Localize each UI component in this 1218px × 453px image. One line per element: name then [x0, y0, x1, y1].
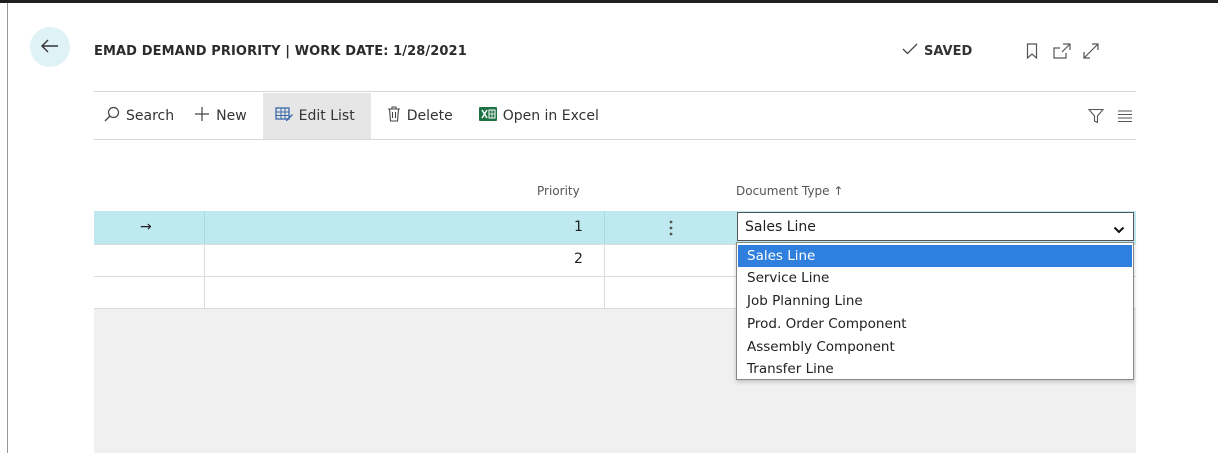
cell-divider — [604, 277, 605, 310]
cell-divider — [204, 277, 205, 310]
document-type-header-label: Document Type — [736, 184, 830, 198]
window-left-border — [7, 3, 8, 453]
header-separator — [94, 91, 1136, 92]
search-icon — [104, 106, 120, 126]
list-view-icon[interactable] — [1114, 105, 1136, 127]
new-label: New — [216, 108, 247, 124]
action-toolbar: Search New Edit List Delete Open in Exce… — [94, 93, 609, 139]
priority-cell[interactable]: 1 — [574, 219, 583, 235]
chevron-down-icon — [1113, 220, 1125, 239]
delete-label: Delete — [406, 108, 453, 124]
cell-divider — [604, 211, 605, 244]
row-indicator-arrow: → — [140, 219, 152, 235]
search-button[interactable]: Search — [94, 93, 184, 139]
window-top-border — [0, 0, 1218, 3]
sort-ascending-indicator: ↑ — [833, 184, 844, 198]
expand-icon[interactable] — [1080, 40, 1102, 62]
arrow-left-icon — [41, 38, 59, 57]
new-button[interactable]: New — [184, 93, 257, 139]
edit-list-label: Edit List — [298, 108, 355, 124]
plus-icon — [194, 106, 210, 126]
priority-cell[interactable]: 2 — [574, 251, 583, 267]
cell-divider — [204, 211, 205, 244]
document-type-select[interactable]: Sales Line — [737, 212, 1134, 241]
cell-divider — [604, 245, 605, 278]
excel-icon — [478, 106, 497, 126]
bookmark-icon[interactable] — [1021, 40, 1043, 62]
option-assembly-component[interactable]: Assembly Component — [738, 336, 1132, 358]
column-header-priority[interactable]: Priority — [537, 184, 580, 198]
page-title: EMAD DEMAND PRIORITY | WORK DATE: 1/28/2… — [94, 44, 467, 59]
open-in-excel-button[interactable]: Open in Excel — [463, 93, 609, 139]
back-button[interactable] — [30, 27, 70, 67]
edit-list-icon — [275, 106, 293, 126]
option-transfer-line[interactable]: Transfer Line — [738, 358, 1132, 380]
open-in-excel-label: Open in Excel — [502, 108, 599, 124]
filter-icon[interactable] — [1085, 105, 1107, 127]
open-new-window-icon[interactable] — [1051, 40, 1073, 62]
option-prod-order-component[interactable]: Prod. Order Component — [738, 313, 1132, 335]
trash-icon — [387, 106, 401, 126]
checkmark-icon — [902, 43, 918, 59]
toolbar-separator — [94, 139, 1136, 140]
saved-label: SAVED — [924, 43, 973, 59]
edit-list-button[interactable]: Edit List — [262, 93, 371, 139]
row-actions-icon[interactable] — [669, 220, 673, 240]
saved-status: SAVED — [902, 41, 972, 61]
search-label: Search — [126, 108, 175, 124]
option-sales-line[interactable]: Sales Line — [738, 245, 1132, 267]
delete-button[interactable]: Delete — [371, 93, 463, 139]
document-type-selected-value: Sales Line — [745, 219, 816, 235]
document-type-options-list: Sales Line Service Line Job Planning Lin… — [736, 242, 1134, 380]
cell-divider — [204, 245, 205, 278]
option-job-planning-line[interactable]: Job Planning Line — [738, 290, 1132, 312]
column-header-document-type[interactable]: Document Type ↑ — [736, 184, 843, 198]
option-service-line[interactable]: Service Line — [738, 267, 1132, 289]
